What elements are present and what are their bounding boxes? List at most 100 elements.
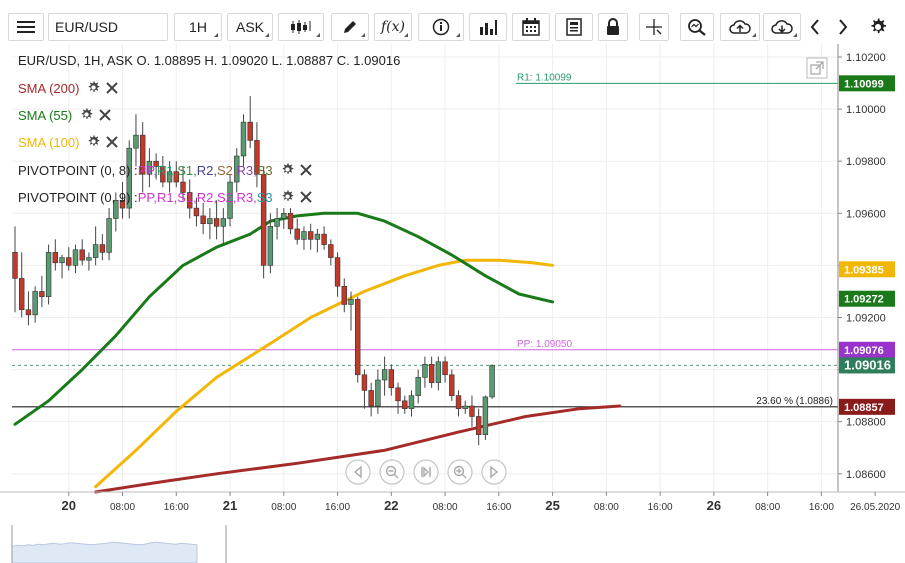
info-icon <box>432 18 450 36</box>
candle <box>106 208 112 261</box>
candle <box>52 239 59 271</box>
navigator-area <box>11 541 198 563</box>
indicator-label: SMA (200) <box>18 81 80 96</box>
badge-pp: 1.09076 <box>839 341 895 358</box>
zoom-out-button[interactable] <box>379 459 405 485</box>
pan-left-button[interactable] <box>345 459 371 485</box>
template-button[interactable] <box>555 13 593 41</box>
gear-icon <box>89 81 100 92</box>
pivot-part-label: PP, <box>137 190 157 205</box>
candle <box>395 382 401 414</box>
chevron-left-icon <box>810 19 819 35</box>
candle <box>247 96 253 149</box>
indicator-settings-button[interactable] <box>80 108 93 124</box>
svg-text:1.09016: 1.09016 <box>844 357 891 372</box>
candle <box>12 226 18 313</box>
svg-text:1.08857: 1.08857 <box>844 402 884 414</box>
pivot-part-label: R1, <box>156 190 178 205</box>
cloud-download-icon <box>771 20 793 34</box>
candle <box>86 252 92 271</box>
x-tick-label: 16:00 <box>648 502 673 513</box>
price-chart[interactable]: R1: 1.10099 PP: 1.09050 23.60 % (1.0886) 1… <box>0 44 905 519</box>
lock-button[interactable] <box>598 13 628 41</box>
candles-icon <box>291 20 311 34</box>
chart-type-button[interactable] <box>278 13 324 41</box>
scroll-right-button[interactable] <box>830 13 856 41</box>
candle <box>422 356 428 388</box>
candle <box>99 234 106 261</box>
y-tick-label: 1.10200 <box>846 52 886 64</box>
navigator[interactable] <box>0 519 905 563</box>
y-tick-label: 1.09200 <box>846 312 886 324</box>
x-tick-label: 26 <box>707 498 721 513</box>
candle <box>39 275 45 308</box>
gear-icon <box>81 108 93 119</box>
y-tick-label: 1.08800 <box>846 417 886 429</box>
candle <box>428 356 435 388</box>
indicator-settings-button[interactable] <box>87 135 100 151</box>
x-tick-label: 16:00 <box>809 502 834 513</box>
candle <box>361 369 368 409</box>
download-button[interactable] <box>763 13 801 41</box>
pan-right-button[interactable] <box>481 459 507 485</box>
indicator-row: SMA (55) <box>18 108 117 124</box>
indicator-remove-button[interactable] <box>99 108 111 124</box>
badge-fib: 1.08857 <box>839 398 895 415</box>
reset-zoom-button[interactable] <box>413 459 439 485</box>
pivot-part-label: S3 <box>256 163 273 178</box>
symbol-text: EUR/USD <box>55 19 119 35</box>
indicators-button[interactable]: f(x) <box>374 13 412 41</box>
x-tick-label: 08:00 <box>110 502 135 513</box>
symbol-input[interactable]: EUR/USD <box>48 13 168 41</box>
close-icon <box>299 163 312 176</box>
crosshair-button[interactable] <box>639 13 669 41</box>
candle <box>19 252 25 318</box>
candle <box>200 202 206 235</box>
calendar-button[interactable] <box>512 13 550 41</box>
settings-button[interactable] <box>864 13 892 41</box>
pivot-indicator-row: PIVOTPOINT (0, 9) : PP, R1, S1, R2, S2, … <box>18 190 318 206</box>
price-type-select[interactable]: ASK <box>227 13 273 41</box>
x-tick-label: 08:00 <box>433 502 458 513</box>
indicator-remove-button[interactable] <box>299 190 312 206</box>
upload-button[interactable] <box>720 13 760 41</box>
scroll-left-button[interactable] <box>802 13 828 41</box>
candle <box>462 400 468 414</box>
indicator-remove-button[interactable] <box>106 81 119 97</box>
pivot-part-label: S3 <box>256 190 273 205</box>
indicator-settings-button[interactable] <box>281 163 294 179</box>
zoom-icon <box>688 19 706 36</box>
draw-tool-button[interactable] <box>331 13 369 41</box>
indicator-settings-button[interactable] <box>87 81 100 97</box>
candle <box>307 223 314 250</box>
badge-current-price: 1.09016 <box>839 357 895 374</box>
indicator-label: PIVOTPOINT (0, 9) : <box>18 190 138 205</box>
y-tick-label: 1.08600 <box>846 469 886 481</box>
candle <box>449 369 455 401</box>
crosshair-icon <box>646 19 662 35</box>
zoom-controls <box>345 459 507 485</box>
calendar-icon <box>522 18 540 36</box>
indicator-remove-button[interactable] <box>299 163 312 179</box>
moving-averages <box>13 211 622 494</box>
price-badges: 1.10099 1.09385 1.09272 1.090761.09016 1.088… <box>839 75 895 415</box>
indicator-settings-button[interactable] <box>281 190 294 206</box>
zoom-in-button[interactable] <box>447 459 473 485</box>
info-button[interactable] <box>418 13 464 41</box>
candle <box>133 114 139 167</box>
candle <box>489 364 495 400</box>
indicator-remove-button[interactable] <box>106 135 119 151</box>
volume-button[interactable] <box>469 13 507 41</box>
gear-icon <box>89 135 100 146</box>
gear-icon <box>871 18 886 34</box>
fx-text: f(x) <box>380 19 405 35</box>
candle <box>435 356 442 391</box>
candle <box>79 239 85 266</box>
zoom-button[interactable] <box>680 13 714 41</box>
candle <box>381 356 388 396</box>
candle <box>25 291 32 326</box>
candle <box>402 395 408 414</box>
interval-select[interactable]: 1H <box>174 13 222 41</box>
menu-button[interactable] <box>8 13 44 41</box>
popout-button[interactable] <box>806 57 828 79</box>
